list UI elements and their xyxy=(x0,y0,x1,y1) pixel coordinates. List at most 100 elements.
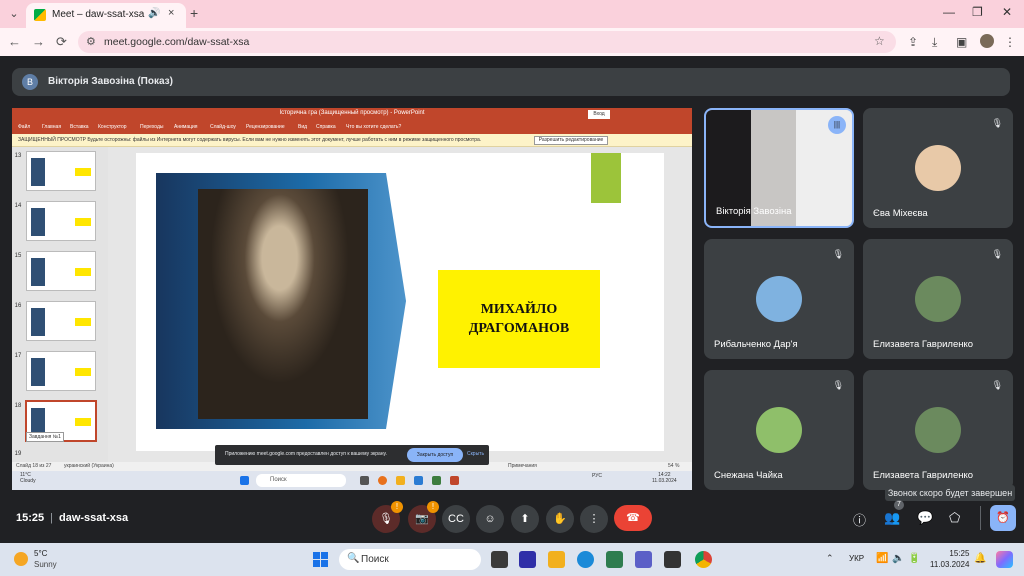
leave-call-button[interactable]: ☎ xyxy=(614,505,652,531)
extension-icon[interactable]: ⇪ xyxy=(908,35,918,49)
reactions-button[interactable]: ☺ xyxy=(476,505,504,533)
store-icon[interactable] xyxy=(606,551,623,568)
thumb-number: 14 xyxy=(14,203,22,209)
input-language[interactable]: УКР xyxy=(849,554,864,563)
camera-toggle-button[interactable]: 📷 ! xyxy=(408,501,439,533)
raise-hand-button[interactable]: ✋ xyxy=(546,505,574,533)
reload-icon[interactable]: ⟳ xyxy=(56,34,67,50)
back-icon[interactable]: ← xyxy=(8,34,21,49)
search-label: Поиск xyxy=(361,554,389,565)
copilot-icon[interactable] xyxy=(996,551,1013,568)
host-controls-icon[interactable]: ⬠ xyxy=(949,510,960,526)
participant-tile[interactable]: 🎙 Снежана Чайка xyxy=(704,370,854,490)
menu-icon[interactable]: ⋮ xyxy=(1004,35,1016,49)
side-panel-icon[interactable]: ▣ xyxy=(956,35,967,49)
ribbon-tab: Анимация xyxy=(174,124,198,130)
thumb-number: 13 xyxy=(14,153,22,159)
activities-button[interactable]: ⏰ xyxy=(990,505,1016,531)
close-window-button[interactable]: ✕ xyxy=(1002,5,1012,19)
new-tab-button[interactable]: + xyxy=(190,5,198,21)
teams-icon[interactable] xyxy=(635,551,652,568)
edge-icon[interactable] xyxy=(577,551,594,568)
bookmark-star-icon[interactable]: ☆ xyxy=(874,34,885,48)
participant-tile[interactable]: 🎙 Елизавета Гавриленко xyxy=(863,370,1013,490)
mic-toggle-button[interactable]: 🎙 ! xyxy=(372,501,403,533)
slide-thumbnail xyxy=(26,201,96,241)
url-text[interactable]: meet.google.com/daw-ssat-xsa xyxy=(104,36,249,48)
meeting-separator: | xyxy=(50,512,53,524)
download-icon[interactable]: ⤓ xyxy=(932,35,937,50)
profile-avatar[interactable] xyxy=(980,34,994,48)
tray-overflow-icon[interactable]: ⌃ xyxy=(826,553,834,564)
call-ending-notice: Звонок скоро будет завершен xyxy=(885,485,1015,501)
participant-tile[interactable]: ||| Вікторія Завозіна xyxy=(704,108,854,228)
browser-toolbar: ← → ⟳ ⚙ meet.google.com/daw-ssat-xsa ☆ ⇪… xyxy=(0,28,1024,56)
minimize-button[interactable]: — xyxy=(943,5,955,19)
task-view-icon[interactable] xyxy=(491,551,508,568)
close-tab-icon[interactable]: × xyxy=(168,7,174,19)
mic-off-icon: 🎙 xyxy=(832,380,844,390)
thumb-number: 15 xyxy=(14,253,22,259)
participant-tile[interactable]: 🎙 Єва Міхеєва xyxy=(863,108,1013,228)
thumb-label xyxy=(75,168,91,176)
thumb-image xyxy=(31,208,45,236)
participant-avatar xyxy=(915,407,961,453)
sun-icon[interactable] xyxy=(14,552,28,566)
ribbon-tab: Главная xyxy=(42,124,62,130)
slide-thumbnail xyxy=(26,351,96,391)
battery-icon[interactable]: 🔋 xyxy=(908,553,920,564)
chrome-icon[interactable] xyxy=(695,551,712,568)
participant-tile[interactable]: 🎙 Рибальченко Дар'я xyxy=(704,239,854,359)
app-icon[interactable] xyxy=(519,551,536,568)
more-icon: ⋮ xyxy=(588,513,600,525)
slide-thumbnail xyxy=(26,301,96,341)
file-explorer-icon[interactable] xyxy=(548,551,565,568)
wifi-icon[interactable]: 📶 xyxy=(876,553,888,564)
app-icon[interactable] xyxy=(664,551,681,568)
captions-button[interactable]: CC xyxy=(442,505,470,533)
meeting-info-icon[interactable]: ⓘ xyxy=(853,510,866,529)
notifications-icon[interactable]: 🔔 xyxy=(974,553,986,564)
thumb-label xyxy=(75,268,91,276)
tab-search-button[interactable]: ⌄ xyxy=(6,6,22,22)
volume-icon[interactable]: 🔈 xyxy=(892,553,904,564)
site-info-icon[interactable]: ⚙ xyxy=(86,35,96,48)
present-button[interactable]: ⬆ xyxy=(511,505,539,533)
address-bar[interactable]: ⚙ meet.google.com/daw-ssat-xsa ☆ xyxy=(78,31,896,53)
weather-temperature[interactable]: 5°C xyxy=(34,549,47,558)
taskbar-search[interactable]: 🔍 Поиск xyxy=(339,549,481,570)
chat-icon[interactable]: 💬 xyxy=(917,510,933,526)
speaker-icon[interactable]: 🔊 xyxy=(148,8,160,19)
windows-taskbar: 5°C Sunny 🔍 Поиск ⌃ УКР 📶 🔈 🔋 15:25 11.0… xyxy=(0,543,1024,576)
thumb-image xyxy=(31,308,45,336)
camera-off-icon: 📷 xyxy=(415,513,429,525)
slide-thumbnails: 13 14 15 16 17 18 Завдання №1 19 xyxy=(12,147,108,462)
slide-thumbnail xyxy=(26,151,96,191)
clock-time: 15:25 xyxy=(949,549,970,558)
ribbon-search: Что вы хотите сделать? xyxy=(346,124,402,130)
system-clock[interactable]: 15:25 11.03.2024 xyxy=(930,548,969,570)
ppt-login-button: Вход xyxy=(588,110,610,119)
restore-button[interactable]: ❐ xyxy=(972,5,983,19)
forward-icon[interactable]: → xyxy=(32,34,45,49)
tab-meet[interactable]: Meet – daw-ssat-xsa 🔊 × xyxy=(26,3,186,28)
ribbon-tab: Вставка xyxy=(70,124,89,130)
ribbon-tab: Рецензирование xyxy=(246,124,285,130)
weather-condition[interactable]: Sunny xyxy=(34,560,57,569)
browser-tab-bar: ⌄ Meet – daw-ssat-xsa 🔊 × + — ❐ ✕ xyxy=(0,0,1024,28)
shared-screen: Історична гра (Защищенный просмотр) - Po… xyxy=(12,108,692,490)
shared-folder-icon xyxy=(396,476,405,485)
slide-green-accent xyxy=(591,153,621,203)
slide-language: украинский (Украина) xyxy=(64,463,114,469)
ribbon-tab: Вид xyxy=(298,124,308,130)
mic-off-icon: 🎙 xyxy=(379,513,393,525)
people-icon[interactable]: 👥 xyxy=(884,510,900,526)
participant-tile[interactable]: 🎙 Елизавета Гавриленко xyxy=(863,239,1013,359)
more-options-button[interactable]: ⋮ xyxy=(580,505,608,533)
notes-button: Примечания xyxy=(508,463,537,469)
thumb-number: 18 xyxy=(14,403,22,409)
meeting-code: daw-ssat-xsa xyxy=(59,512,129,524)
windows-start-icon[interactable] xyxy=(313,552,328,567)
participant-name: Снежана Чайка xyxy=(714,470,783,481)
slide-name-text: МИХАЙЛО ДРАГОМАНОВ xyxy=(468,302,570,336)
